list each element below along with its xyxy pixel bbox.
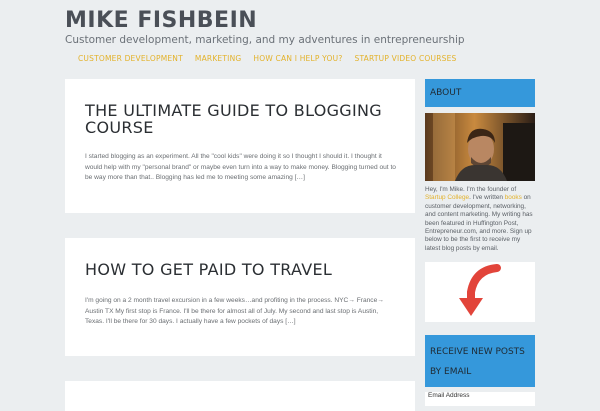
site-title[interactable]: MIKE FISHBEIN	[65, 8, 257, 33]
about-widget-title: ABOUT	[425, 79, 535, 107]
main-nav: CUSTOMER DEVELOPMENT MARKETING HOW CAN I…	[78, 54, 469, 63]
nav-item-customer-development[interactable]: CUSTOMER DEVELOPMENT	[78, 54, 183, 63]
author-photo	[425, 113, 535, 181]
post-excerpt: I'm going on a 2 month travel excursion …	[85, 297, 384, 325]
post-excerpt: I started blogging as an experiment. All…	[85, 153, 396, 181]
nav-item-how-can-i-help[interactable]: HOW CAN I HELP YOU?	[253, 54, 342, 63]
about-bio-text: on customer development, networking, and…	[425, 194, 533, 252]
about-bio-text: Hey, I'm Mike. I'm the founder of	[425, 186, 517, 193]
post-card: HOW TO GET PAID TO TRAVEL I'm going on a…	[65, 238, 415, 356]
post-title[interactable]: HOW TO GET PAID TO TRAVEL	[85, 261, 385, 278]
nav-item-marketing[interactable]: MARKETING	[195, 54, 242, 63]
post-title[interactable]: THE ULTIMATE GUIDE TO BLOGGING COURSE	[85, 102, 385, 136]
subscribe-widget-title: RECEIVE NEW POSTS BY EMAIL	[425, 335, 535, 387]
arrow-panel	[425, 262, 535, 322]
startup-college-link[interactable]: Startup College	[425, 194, 469, 201]
about-bio: Hey, I'm Mike. I'm the founder of Startu…	[425, 186, 537, 253]
about-bio-text: . I've written	[469, 194, 505, 202]
nav-item-startup-video-courses[interactable]: STARTUP VIDEO COURSES	[355, 54, 457, 63]
post-card: THE ULTIMATE GUIDE TO BLOGGING COURSE I …	[65, 79, 415, 213]
curved-down-arrow-icon	[459, 264, 501, 316]
post-card	[65, 381, 415, 411]
author-photo-image	[425, 113, 535, 181]
email-address-label: Email Address	[425, 392, 535, 406]
books-link[interactable]: books	[505, 194, 522, 201]
site-tagline: Customer development, marketing, and my …	[65, 34, 465, 46]
